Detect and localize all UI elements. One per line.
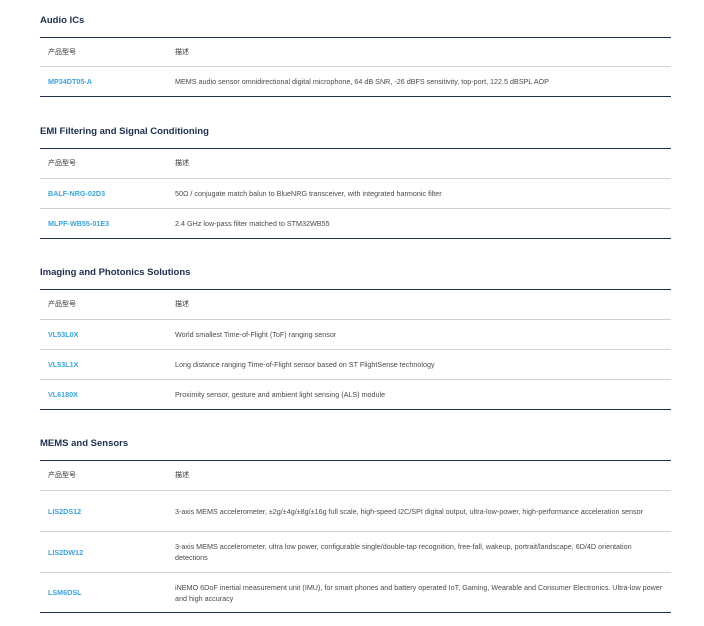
part-number-link[interactable]: LSM6DSL bbox=[48, 587, 82, 598]
table-header-row: 产品型号 描述 bbox=[40, 461, 671, 490]
description-cell: Long distance ranging Time-of-Flight sen… bbox=[175, 360, 435, 369]
part-number-link[interactable]: MP34DT05-A bbox=[48, 76, 92, 87]
table-row: LIS2DS12 3-axis MEMS accelerometer, ±2g/… bbox=[40, 490, 671, 531]
product-table-emi-filtering: 产品型号 描述 BALF-NRG-02D3 50Ω / conjugate ma… bbox=[40, 148, 671, 239]
column-header-part-number: 产品型号 bbox=[48, 48, 76, 56]
part-number-link[interactable]: LIS2DW12 bbox=[48, 547, 83, 558]
description-cell: World smallest Time-of-Flight (ToF) rang… bbox=[175, 330, 337, 339]
description-cell: 2.4 GHz low-pass filter matched to STM32… bbox=[175, 219, 330, 228]
part-number-link[interactable]: VL53L1X bbox=[48, 359, 78, 370]
part-number-cell: LIS2DW12 bbox=[48, 532, 168, 572]
column-header-description: 描述 bbox=[175, 301, 189, 308]
part-number-link[interactable]: VL6180X bbox=[48, 389, 78, 400]
table-row: LSM6DSL iNEMO 6DoF inertial measurement … bbox=[40, 572, 671, 612]
column-header-description: 描述 bbox=[175, 472, 189, 479]
table-header-row: 产品型号 描述 bbox=[40, 290, 671, 319]
part-number-link[interactable]: BALF-NRG-02D3 bbox=[48, 188, 105, 199]
column-header-part-number: 产品型号 bbox=[48, 160, 76, 167]
section-title-mems-sensors: MEMS and Sensors bbox=[40, 438, 129, 449]
part-number-cell: LSM6DSL bbox=[48, 573, 168, 612]
part-number-cell: VL53L0X bbox=[48, 320, 168, 349]
column-header-description: 描述 bbox=[175, 160, 189, 167]
description-cell: 3-axis MEMS accelerometer, ultra low pow… bbox=[175, 542, 632, 562]
description-cell: 50Ω / conjugate match balun to BlueNRG t… bbox=[175, 189, 442, 198]
part-number-link[interactable]: MLPF-WB55-01E3 bbox=[48, 218, 109, 229]
part-number-link[interactable]: VL53L0X bbox=[48, 329, 78, 340]
table-row: LIS2DW12 3-axis MEMS accelerometer, ultr… bbox=[40, 531, 671, 572]
part-number-cell: BALF-NRG-02D3 bbox=[48, 179, 168, 208]
part-number-cell: VL53L1X bbox=[48, 350, 168, 379]
part-number-cell: LIS2DS12 bbox=[48, 491, 168, 531]
part-number-cell: VL6180X bbox=[48, 380, 168, 409]
part-number-cell: MP34DT05-A bbox=[48, 67, 168, 96]
table-row: MLPF-WB55-01E3 2.4 GHz low-pass filter m… bbox=[40, 208, 671, 238]
column-header-description: 描述 bbox=[175, 48, 189, 56]
product-table-audio-ics: 产品型号 描述 MP34DT05-A MEMS audio sensor omn… bbox=[40, 37, 671, 97]
table-row: BALF-NRG-02D3 50Ω / conjugate match balu… bbox=[40, 178, 671, 208]
section-title-audio-ics: Audio ICs bbox=[40, 15, 85, 26]
description-cell: 3-axis MEMS accelerometer, ±2g/±4g/±8g/±… bbox=[175, 506, 644, 516]
table-row: VL53L0X World smallest Time-of-Flight (T… bbox=[40, 319, 671, 349]
section-title-imaging-photonics: Imaging and Photonics Solutions bbox=[40, 267, 191, 278]
section-title-emi-filtering: EMI Filtering and Signal Conditioning bbox=[40, 126, 209, 137]
part-number-link[interactable]: LIS2DS12 bbox=[48, 506, 81, 517]
description-cell: iNEMO 6DoF inertial measurement unit (IM… bbox=[175, 582, 663, 603]
column-header-part-number: 产品型号 bbox=[48, 301, 76, 308]
table-row: VL53L1X Long distance ranging Time-of-Fl… bbox=[40, 349, 671, 379]
description-cell: Proximity sensor, gesture and ambient li… bbox=[175, 390, 386, 399]
product-table-imaging-photonics: 产品型号 描述 VL53L0X World smallest Time-of-F… bbox=[40, 289, 671, 410]
table-row: MP34DT05-A MEMS audio sensor omnidirecti… bbox=[40, 66, 671, 96]
product-table-mems-sensors: 产品型号 描述 LIS2DS12 3-axis MEMS acceleromet… bbox=[40, 460, 671, 613]
table-row: VL6180X Proximity sensor, gesture and am… bbox=[40, 379, 671, 409]
description-cell: MEMS audio sensor omnidirectional digita… bbox=[175, 77, 549, 86]
table-header-row: 产品型号 描述 bbox=[40, 149, 671, 178]
part-number-cell: MLPF-WB55-01E3 bbox=[48, 209, 168, 238]
table-header-row: 产品型号 描述 bbox=[40, 38, 671, 66]
column-header-part-number: 产品型号 bbox=[48, 472, 76, 479]
